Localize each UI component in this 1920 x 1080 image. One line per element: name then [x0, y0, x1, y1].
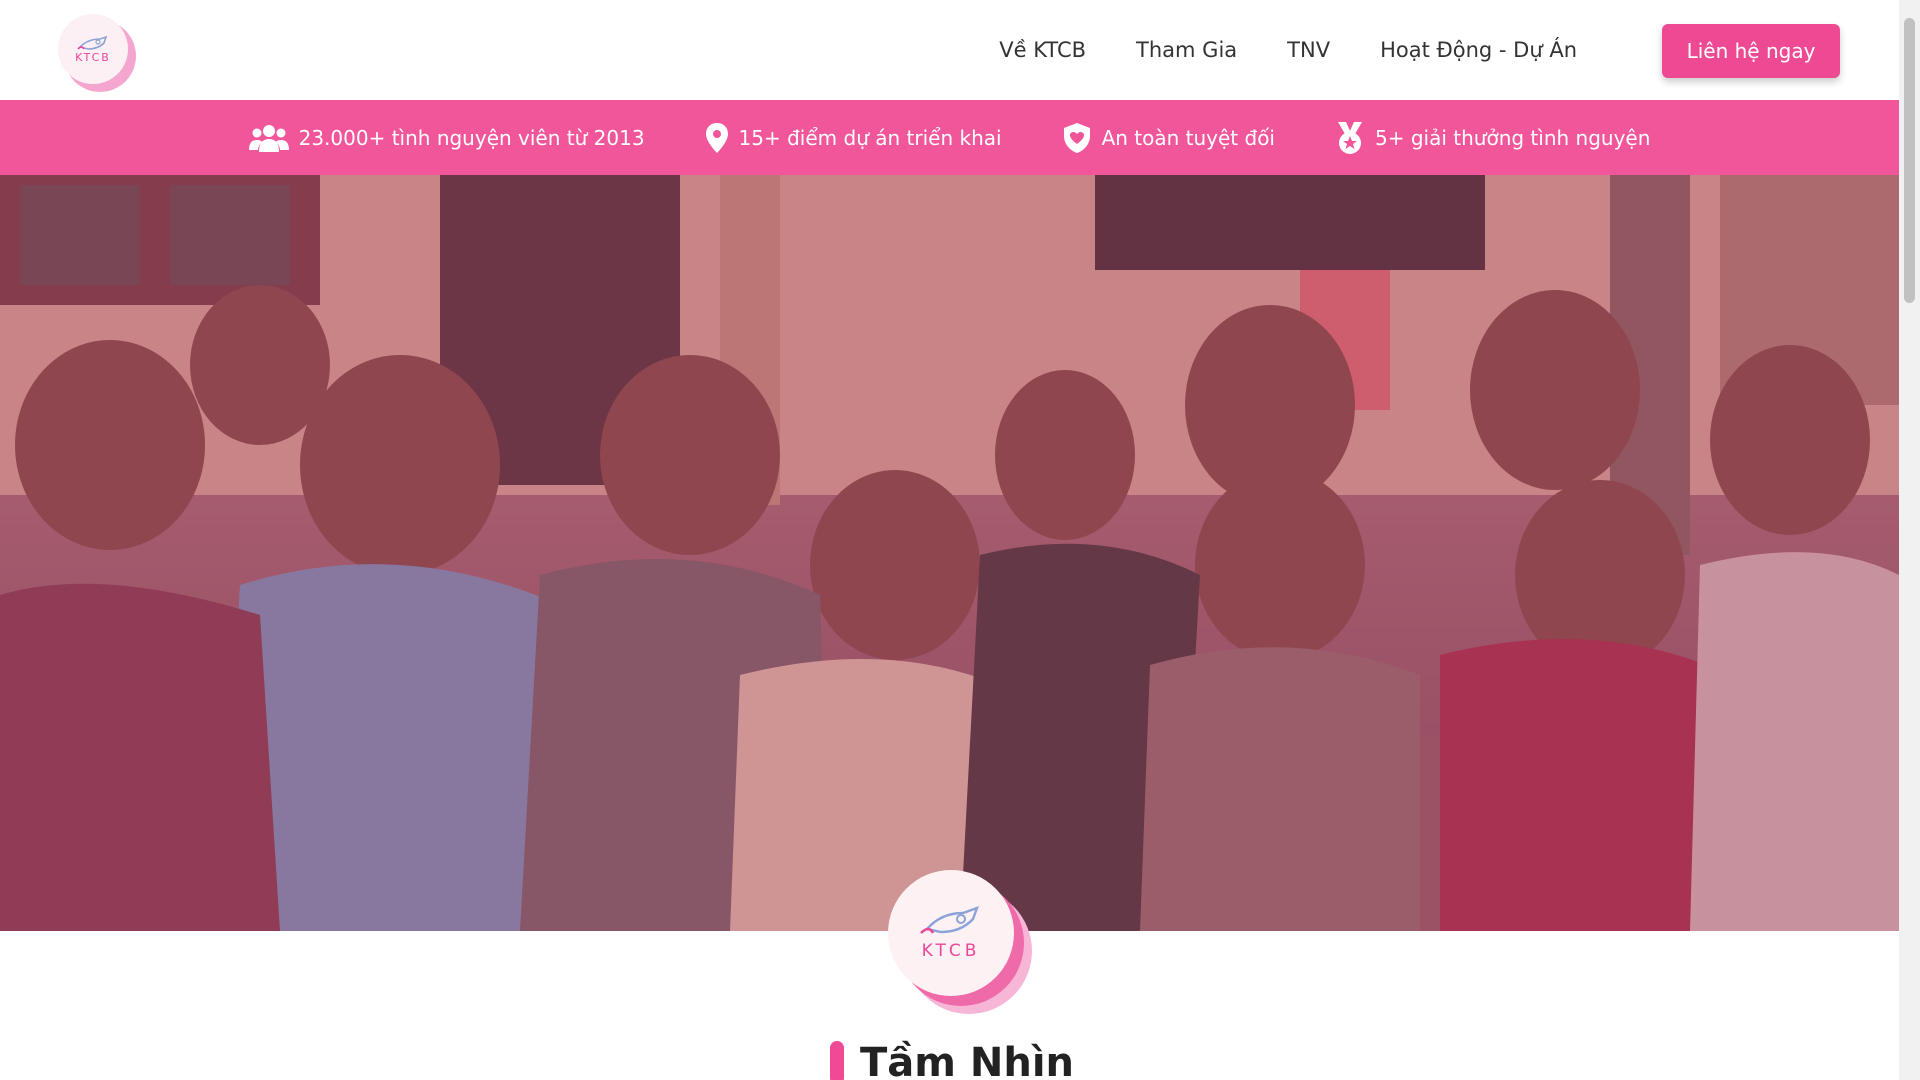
shield-heart-icon [1063, 122, 1090, 153]
nav-link-tnv[interactable]: TNV [1287, 38, 1330, 62]
stat-safety: An toàn tuyệt đối [1062, 122, 1275, 154]
stat-volunteers-text: 23.000+ tình nguyện viên từ 2013 [298, 125, 645, 150]
page-scrollbar[interactable] [1899, 0, 1920, 1080]
main-nav: Về KTCB Tham Gia TNV Hoạt Động - Dự Án [949, 0, 1577, 100]
stat-safety-text: An toàn tuyệt đối [1101, 125, 1275, 150]
hero-image [0, 175, 1899, 931]
stat-project-sites: 15+ điểm dự án triển khai [705, 122, 1002, 154]
rocket-icon [920, 906, 979, 934]
site-logo[interactable]: KTCB [58, 14, 136, 92]
logo-text: KTCB [75, 50, 111, 64]
section-title-text: Tầm Nhìn [860, 1040, 1075, 1080]
nav-link-ve-ktcb[interactable]: Về KTCB [999, 38, 1086, 62]
map-pin-icon [705, 122, 728, 153]
users-icon [248, 124, 289, 152]
center-logo-text: KTCB [921, 941, 981, 961]
section-title-vision: Tầm Nhìn [830, 1040, 1074, 1080]
logo-badge: KTCB [58, 14, 128, 84]
stats-bar: 23.000+ tình nguyện viên từ 2013 15+ điể… [0, 100, 1899, 175]
page: KTCB Về KTCB Tham Gia TNV Hoạt Động - Dự… [0, 0, 1920, 1080]
stat-volunteers: 23.000+ tình nguyện viên từ 2013 [248, 122, 645, 154]
stat-project-sites-text: 15+ điểm dự án triển khai [738, 125, 1002, 150]
stat-awards-text: 5+ giải thưởng tình nguyện [1375, 125, 1651, 150]
stat-awards: 5+ giải thưởng tình nguyện [1335, 121, 1650, 155]
center-logo: KTCB [888, 870, 1032, 1014]
contact-now-button[interactable]: Liên hệ ngay [1662, 24, 1840, 78]
hero-pink-overlay [0, 175, 1899, 931]
center-logo-badge: KTCB [888, 870, 1014, 996]
title-accent-bar [830, 1041, 844, 1080]
site-header: KTCB Về KTCB Tham Gia TNV Hoạt Động - Dự… [0, 0, 1899, 100]
nav-link-tham-gia[interactable]: Tham Gia [1136, 38, 1237, 62]
scrollbar-thumb[interactable] [1904, 18, 1915, 303]
nav-link-hoat-dong-du-an[interactable]: Hoạt Động - Dự Án [1380, 38, 1577, 62]
medal-icon [1338, 121, 1362, 154]
